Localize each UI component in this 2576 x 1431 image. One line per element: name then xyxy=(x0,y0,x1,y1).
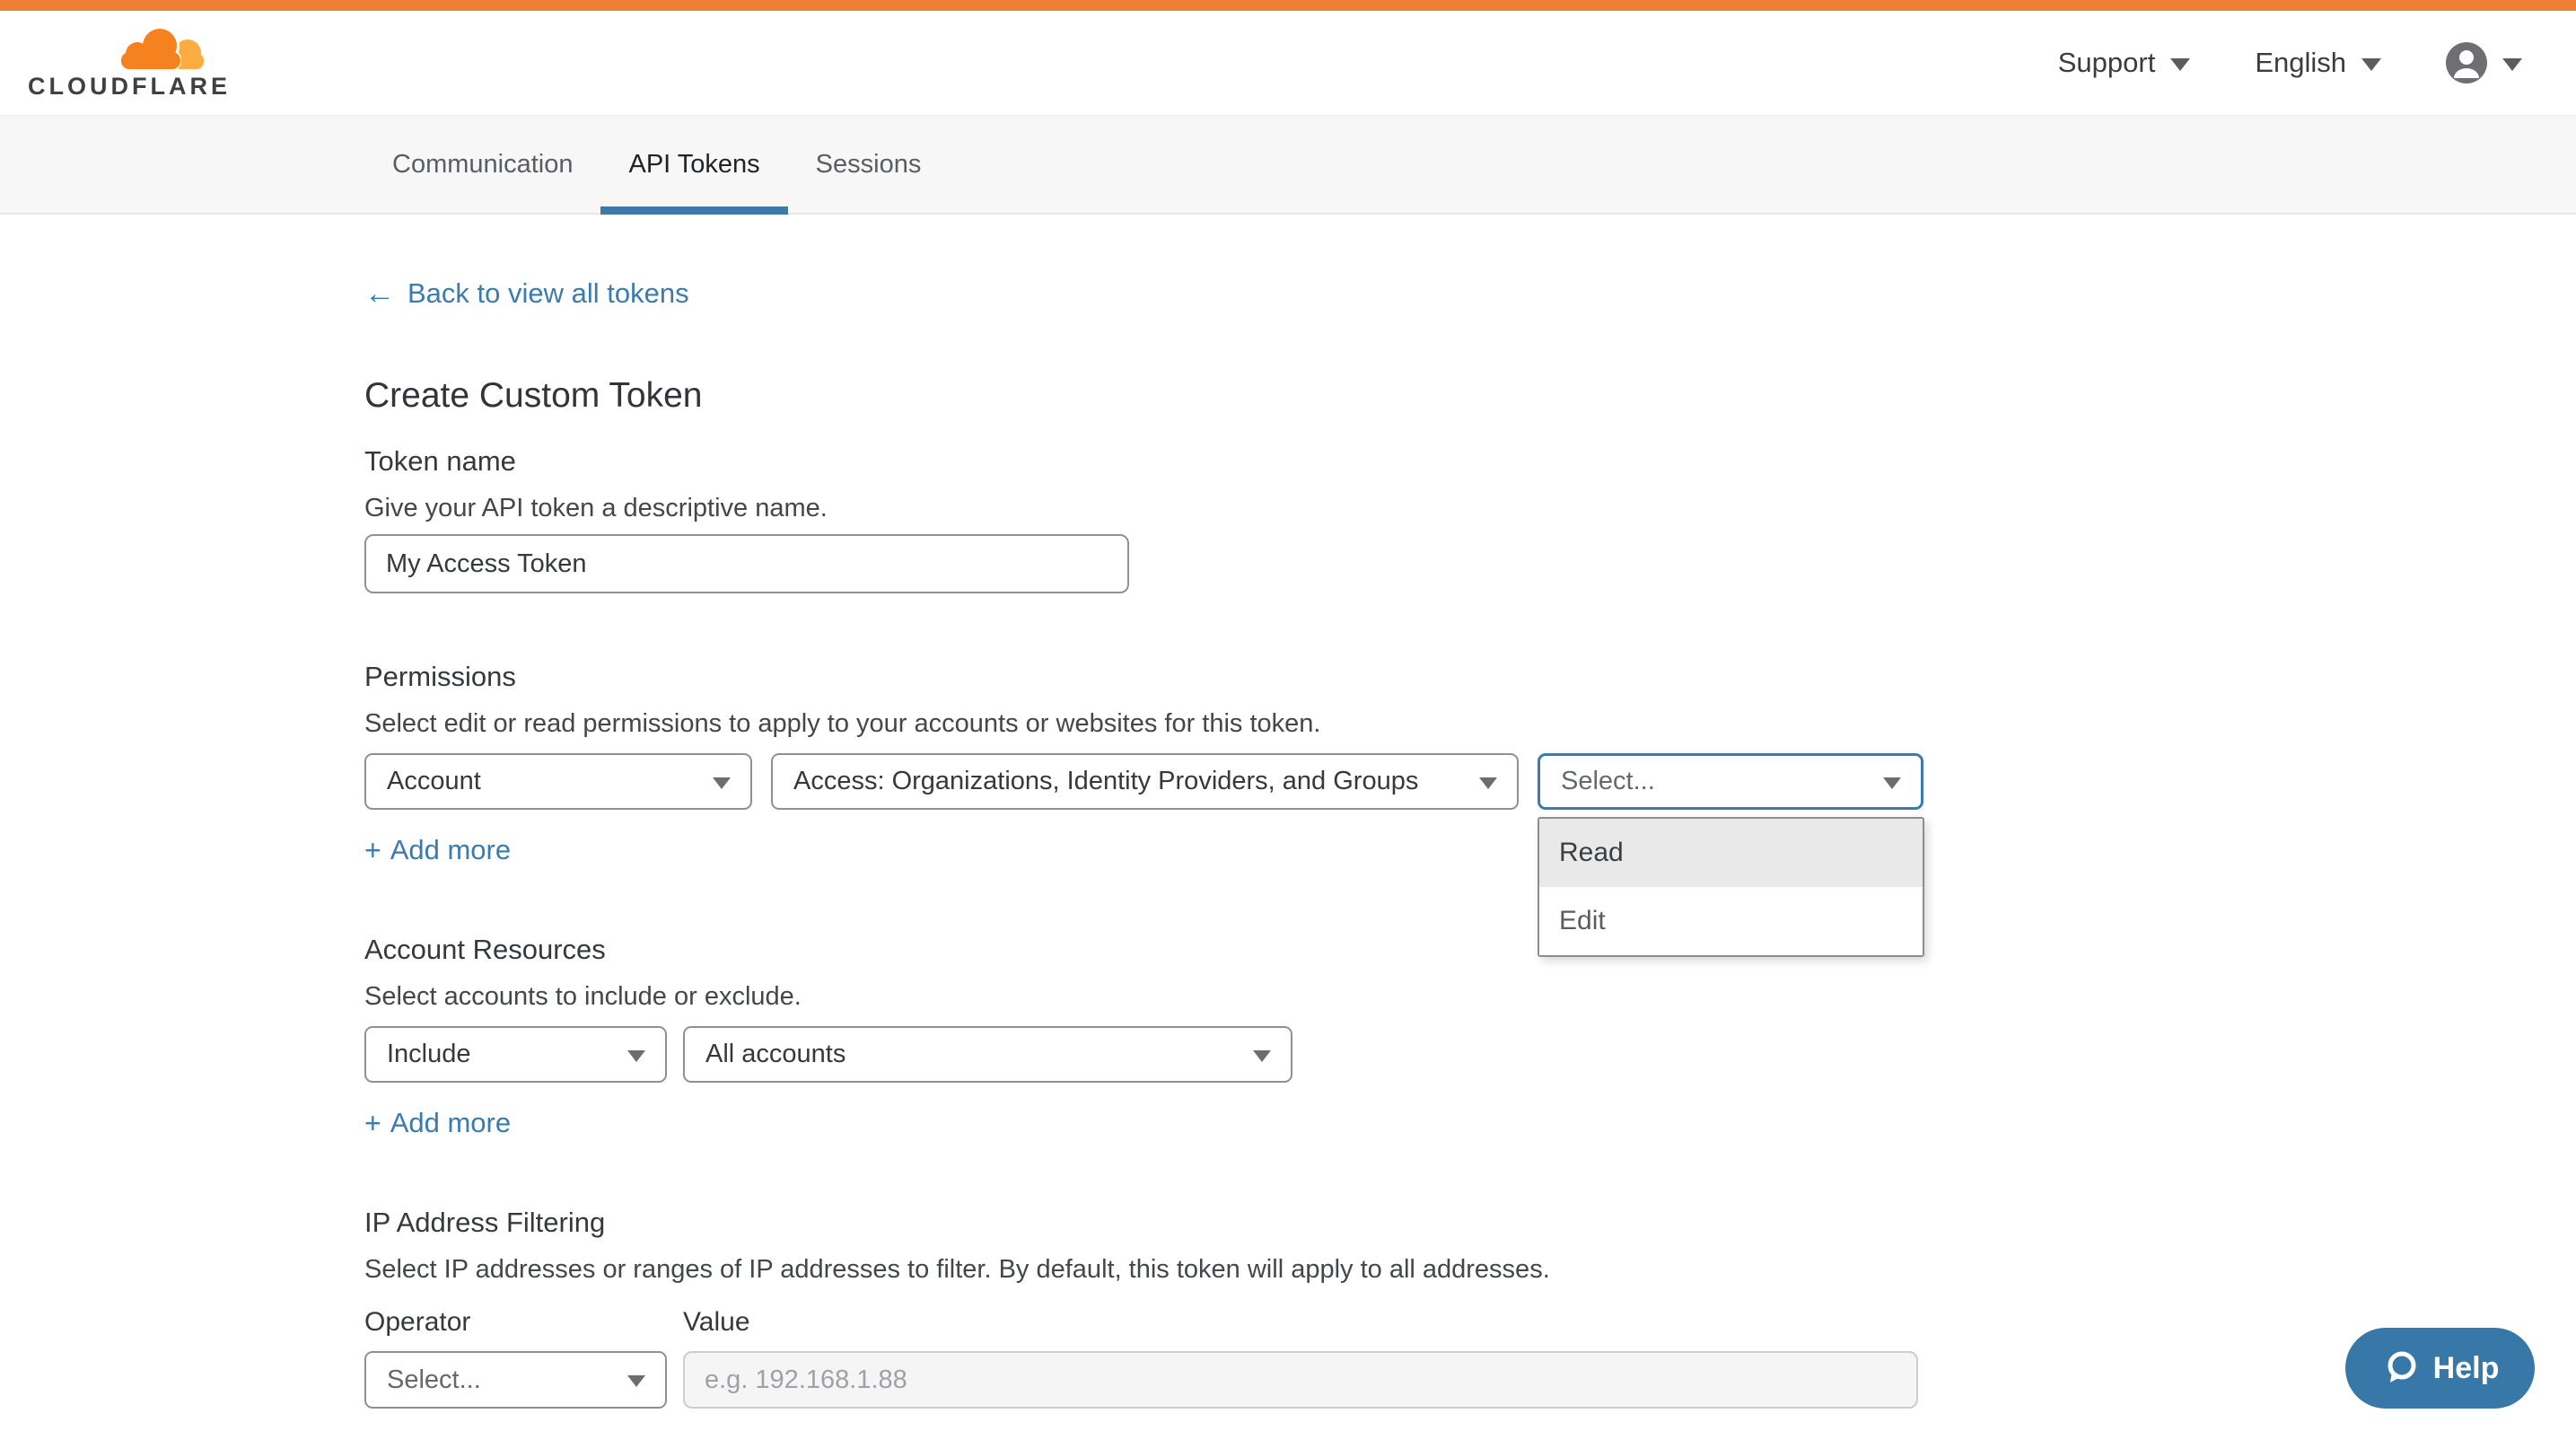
account-resources-mode-select[interactable]: Include xyxy=(364,1026,667,1083)
permissions-add-more-link[interactable]: + Add more xyxy=(364,834,511,866)
permission-resource-value: Access: Organizations, Identity Provider… xyxy=(793,767,1418,796)
chevron-down-icon xyxy=(2502,58,2522,71)
ip-filtering-heading: IP Address Filtering xyxy=(364,1206,2576,1240)
language-menu[interactable]: English xyxy=(2255,47,2381,79)
tab-sessions-label: Sessions xyxy=(816,150,922,180)
profile-tab-bar: Communication API Tokens Sessions xyxy=(0,116,2576,215)
tab-api-tokens-label: API Tokens xyxy=(628,150,759,180)
permission-scope-select[interactable]: Account xyxy=(364,753,752,810)
chevron-down-icon xyxy=(627,1375,645,1387)
chevron-down-icon xyxy=(1253,1050,1271,1062)
access-dropdown-menu: Read Edit xyxy=(1538,817,1924,957)
language-menu-label: English xyxy=(2255,47,2346,79)
chevron-down-icon xyxy=(2361,58,2381,71)
access-option-edit[interactable]: Edit xyxy=(1539,887,1923,955)
ip-filtering-labels: Operator Value xyxy=(364,1306,2576,1339)
help-button[interactable]: Help xyxy=(2345,1328,2535,1409)
chevron-down-icon xyxy=(713,777,731,789)
permissions-heading: Permissions xyxy=(364,660,2576,694)
chat-bubble-icon xyxy=(2381,1348,2421,1388)
tab-api-tokens[interactable]: API Tokens xyxy=(600,116,787,213)
account-menu[interactable] xyxy=(2446,42,2522,83)
support-menu-label: Support xyxy=(2058,47,2156,79)
tab-communication-label: Communication xyxy=(392,150,573,180)
ip-filtering-description: Select IP addresses or ranges of IP addr… xyxy=(364,1254,2576,1285)
header-menus: Support English xyxy=(2058,42,2522,83)
token-name-input[interactable] xyxy=(364,534,1129,593)
account-resources-scope-select[interactable]: All accounts xyxy=(683,1026,1292,1083)
permission-scope-value: Account xyxy=(387,767,481,796)
back-to-tokens-link[interactable]: ← Back to view all tokens xyxy=(364,277,689,310)
token-name-heading: Token name xyxy=(364,444,2576,478)
access-option-read-label: Read xyxy=(1559,838,1624,868)
support-menu[interactable]: Support xyxy=(2058,47,2191,79)
permission-access-select[interactable]: Select... Read Edit xyxy=(1538,753,1923,810)
permission-resource-select[interactable]: Access: Organizations, Identity Provider… xyxy=(771,753,1519,810)
header: CLOUDFLARE Support English xyxy=(0,11,2576,116)
cloudflare-logo[interactable]: CLOUDFLARE xyxy=(28,26,211,101)
chevron-down-icon xyxy=(627,1050,645,1062)
account-resources-heading: Account Resources xyxy=(364,933,2576,967)
user-avatar-icon xyxy=(2446,42,2487,83)
account-resources-mode-value: Include xyxy=(387,1040,471,1069)
permission-access-value: Select... xyxy=(1561,767,1655,796)
operator-label: Operator xyxy=(364,1306,683,1339)
permissions-row: Account Access: Organizations, Identity … xyxy=(364,753,2576,810)
ip-operator-select[interactable]: Select... xyxy=(364,1351,667,1409)
back-link-label: Back to view all tokens xyxy=(407,277,689,310)
tab-sessions[interactable]: Sessions xyxy=(788,116,950,213)
ip-value-input xyxy=(683,1351,1918,1409)
help-button-label: Help xyxy=(2433,1351,2500,1386)
chevron-down-icon xyxy=(1883,777,1901,789)
token-name-description: Give your API token a descriptive name. xyxy=(364,493,2576,523)
chevron-down-icon xyxy=(2170,58,2190,71)
account-resources-add-more-link[interactable]: + Add more xyxy=(364,1107,511,1139)
tab-communication[interactable]: Communication xyxy=(364,116,600,213)
access-option-edit-label: Edit xyxy=(1559,906,1606,936)
brand-top-bar xyxy=(0,0,2576,11)
account-resources-description: Select accounts to include or exclude. xyxy=(364,981,2576,1012)
cloudflare-cloud-icon xyxy=(28,26,211,71)
chevron-down-icon xyxy=(1479,777,1497,789)
page-title: Create Custom Token xyxy=(364,376,2576,416)
cloudflare-wordmark: CLOUDFLARE xyxy=(28,73,211,101)
ip-filtering-row: Select... xyxy=(364,1351,2576,1409)
plus-icon: + xyxy=(364,834,381,866)
access-option-read[interactable]: Read xyxy=(1539,819,1923,887)
main-content: ← Back to view all tokens Create Custom … xyxy=(0,215,2576,1409)
ip-operator-value: Select... xyxy=(387,1365,481,1395)
permissions-add-more-label: Add more xyxy=(390,834,511,866)
value-label: Value xyxy=(683,1306,750,1339)
permissions-description: Select edit or read permissions to apply… xyxy=(364,708,2576,739)
back-arrow-icon: ← xyxy=(364,277,395,310)
account-resources-scope-value: All accounts xyxy=(705,1040,846,1069)
account-resources-row: Include All accounts xyxy=(364,1026,2576,1083)
account-resources-add-more-label: Add more xyxy=(390,1107,511,1139)
plus-icon: + xyxy=(364,1107,381,1139)
